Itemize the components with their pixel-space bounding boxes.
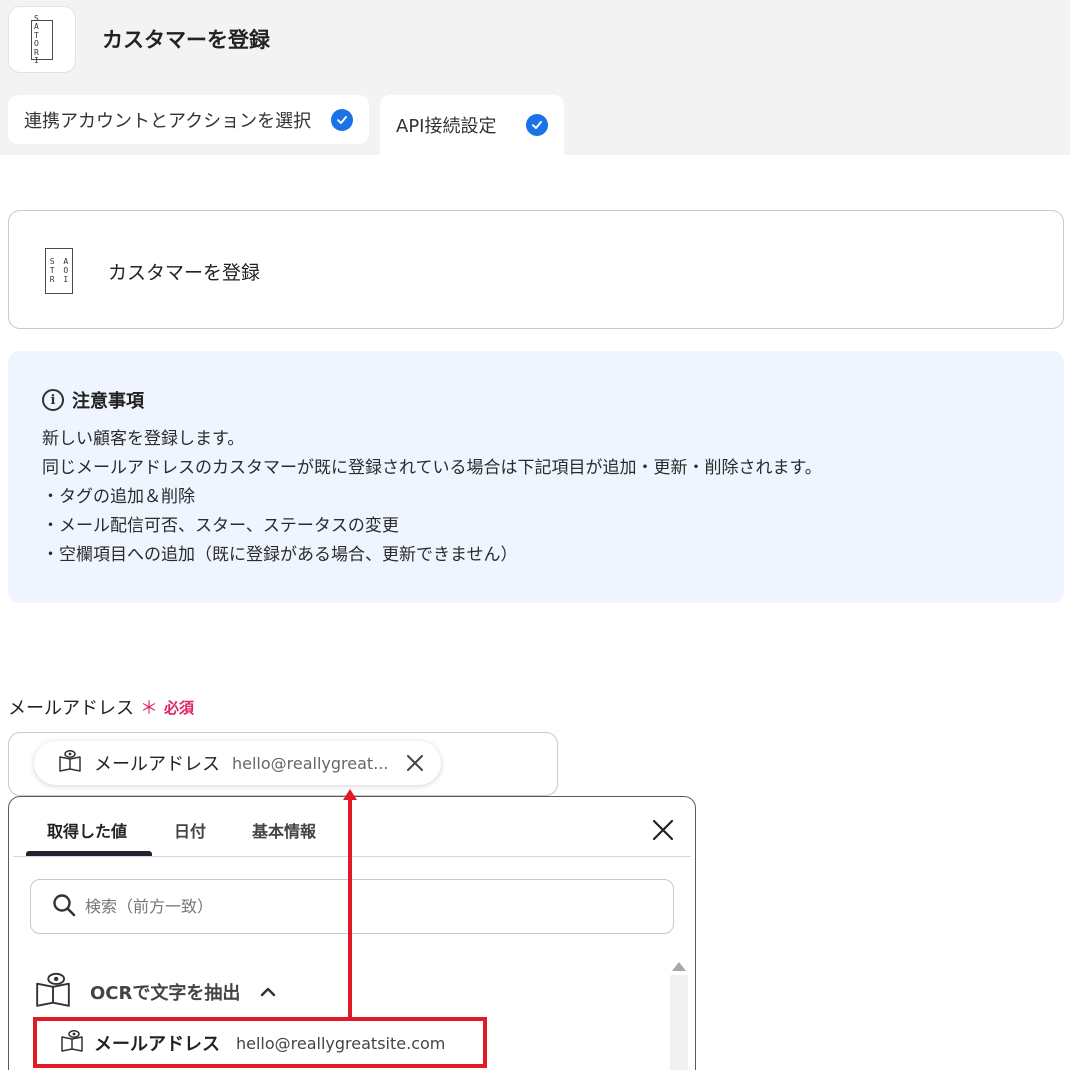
chevron-up-icon[interactable] xyxy=(258,982,278,1002)
ocr-book-icon xyxy=(58,749,82,777)
notice-body: 新しい顧客を登録します。 同じメールアドレスのカスタマーが既に登録されている場合… xyxy=(42,425,822,570)
tab-api-settings[interactable]: API接続設定 xyxy=(380,95,564,155)
field-label-text: メールアドレス xyxy=(8,698,134,719)
required-badge: 必須 xyxy=(164,698,195,717)
satori-logo-icon: S A T O R I xyxy=(45,248,73,294)
search-field[interactable] xyxy=(30,879,674,934)
required-star: ＊ xyxy=(140,698,158,719)
tab-select-account-action[interactable]: 連携アカウントとアクションを選択 xyxy=(8,95,369,144)
ocr-book-icon xyxy=(34,970,72,1014)
notice-line: ・空欄項目への追加（既に登録がある場合、更新できません） xyxy=(42,545,518,565)
annotation-arrow-head xyxy=(343,789,357,800)
page-title: カスタマーを登録 xyxy=(102,28,270,52)
notice-box: i 注意事項 新しい顧客を登録します。 同じメールアドレスのカスタマーが既に登録… xyxy=(8,351,1064,603)
notice-line: ・メール配信可否、スター、ステータスの変更 xyxy=(42,516,399,536)
tab-label: API接続設定 xyxy=(396,116,497,137)
email-field-label: メールアドレス ＊ 必須 xyxy=(8,694,194,720)
notice-line: 同じメールアドレスのカスタマーが既に登録されている場合は下記項目が追加・更新・削… xyxy=(42,458,822,478)
scrollbar[interactable] xyxy=(670,975,688,1070)
info-icon: i xyxy=(42,389,64,411)
check-icon xyxy=(331,108,353,131)
group-label: OCRで文字を抽出 xyxy=(90,983,241,1004)
search-input[interactable] xyxy=(85,897,645,916)
action-title: カスタマーを登録 xyxy=(108,262,261,284)
close-icon[interactable] xyxy=(403,751,427,775)
notice-heading-text: 注意事項 xyxy=(72,391,144,412)
notice-line: ・タグの追加＆削除 xyxy=(42,487,195,507)
search-icon xyxy=(51,892,77,922)
app-logo: S A T O R I xyxy=(8,6,76,73)
scroll-up-arrow-icon[interactable] xyxy=(672,962,686,971)
annotation-arrow xyxy=(348,798,352,1019)
tab-divider xyxy=(13,856,691,857)
email-value-chip[interactable]: メールアドレス hello@reallygreat... xyxy=(34,741,441,785)
close-icon[interactable] xyxy=(650,817,676,843)
notice-line: 新しい顧客を登録します。 xyxy=(42,429,245,449)
chip-label: メールアドレス xyxy=(94,754,220,775)
check-icon xyxy=(526,114,548,136)
tab-basic-info[interactable]: 基本情報 xyxy=(252,818,316,842)
action-card: S A T O R I カスタマーを登録 xyxy=(8,210,1064,329)
tab-acquired-values[interactable]: 取得した値 xyxy=(47,818,127,842)
group-ocr-extract[interactable]: OCRで文字を抽出 xyxy=(34,970,278,1014)
notice-heading: i 注意事項 xyxy=(42,387,144,413)
tab-label: 連携アカウントとアクションを選択 xyxy=(24,110,312,132)
satori-logo-icon: S A T O R I xyxy=(31,14,53,64)
annotation-highlight-box xyxy=(33,1017,487,1068)
tab-date[interactable]: 日付 xyxy=(174,818,206,842)
chip-value: hello@reallygreat... xyxy=(232,753,389,773)
